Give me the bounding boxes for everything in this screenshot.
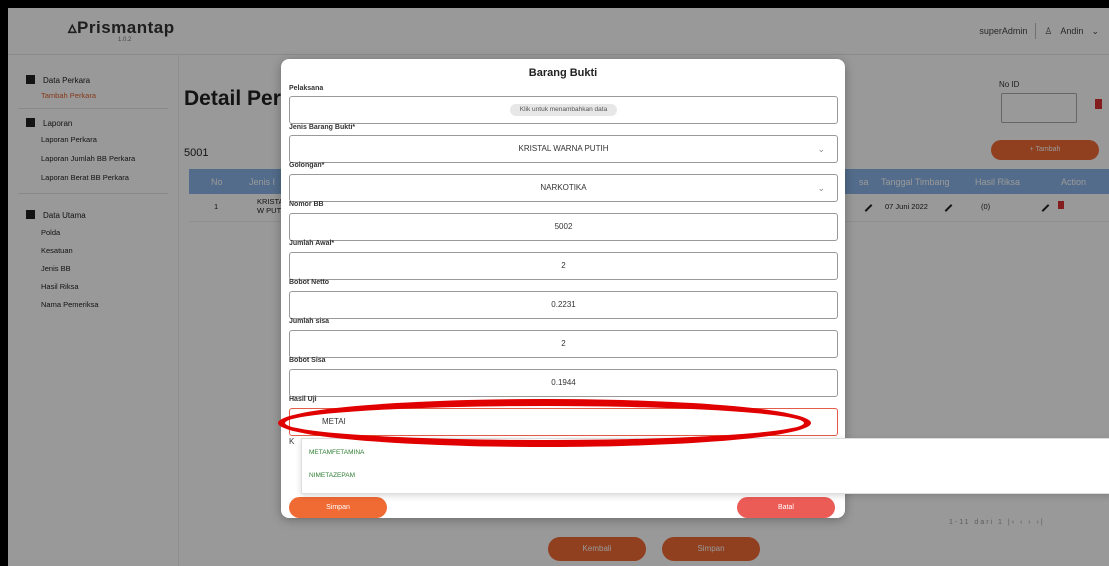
modal-title: Barang Bukti bbox=[528, 67, 598, 79]
autocomplete-dropdown: METAMFETAMINA NIMETAZEPAM bbox=[301, 438, 1109, 494]
jenis-select[interactable]: KRISTAL WARNA PUTIH ⌄ bbox=[289, 135, 838, 163]
sisa-input[interactable]: 2 bbox=[289, 330, 838, 358]
golongan-select[interactable]: NARKOTIKA ⌄ bbox=[289, 174, 838, 202]
jumlah-label: Jumlah Awal* bbox=[289, 240, 335, 247]
netto-input[interactable]: 0.2231 bbox=[289, 291, 838, 319]
chevron-down-icon: ⌄ bbox=[817, 183, 825, 193]
k-label: K bbox=[289, 437, 295, 446]
chevron-down-icon: ⌄ bbox=[817, 144, 825, 154]
golongan-label: Golongan* bbox=[289, 162, 325, 169]
option-metamfetamina[interactable]: METAMFETAMINA bbox=[309, 449, 364, 456]
pelaksana-field[interactable]: Klik untuk menambahkan data bbox=[289, 96, 838, 124]
jumlah-input[interactable]: 2 bbox=[289, 252, 838, 280]
jenis-label: Jenis Barang Bukti* bbox=[289, 124, 356, 131]
add-data-chip[interactable]: Klik untuk menambahkan data bbox=[509, 103, 618, 116]
option-nimetazepam[interactable]: NIMETAZEPAM bbox=[309, 472, 355, 479]
app-frame: ▵Prismantap 1.0.2 superAdmin ♙ Andin ⌄ D… bbox=[8, 8, 1109, 566]
pelaksana-label: Pelaksana bbox=[289, 85, 324, 92]
highlight-annotation bbox=[278, 399, 811, 447]
bobot-sisa-label: Bobot Sisa bbox=[289, 357, 326, 364]
bobot-sisa-input[interactable]: 0.1944 bbox=[289, 369, 838, 397]
nomor-label: Nomor BB bbox=[289, 201, 324, 208]
netto-label: Bobot Netto bbox=[289, 279, 330, 286]
modal-cancel-button[interactable]: Batal bbox=[737, 497, 835, 518]
sisa-label: Jumlah sisa bbox=[289, 318, 330, 325]
hasil-uji-label: Hasil Uji bbox=[289, 396, 317, 403]
modal-save-button[interactable]: Simpan bbox=[289, 497, 387, 518]
nomor-input[interactable]: 5002 bbox=[289, 213, 838, 241]
